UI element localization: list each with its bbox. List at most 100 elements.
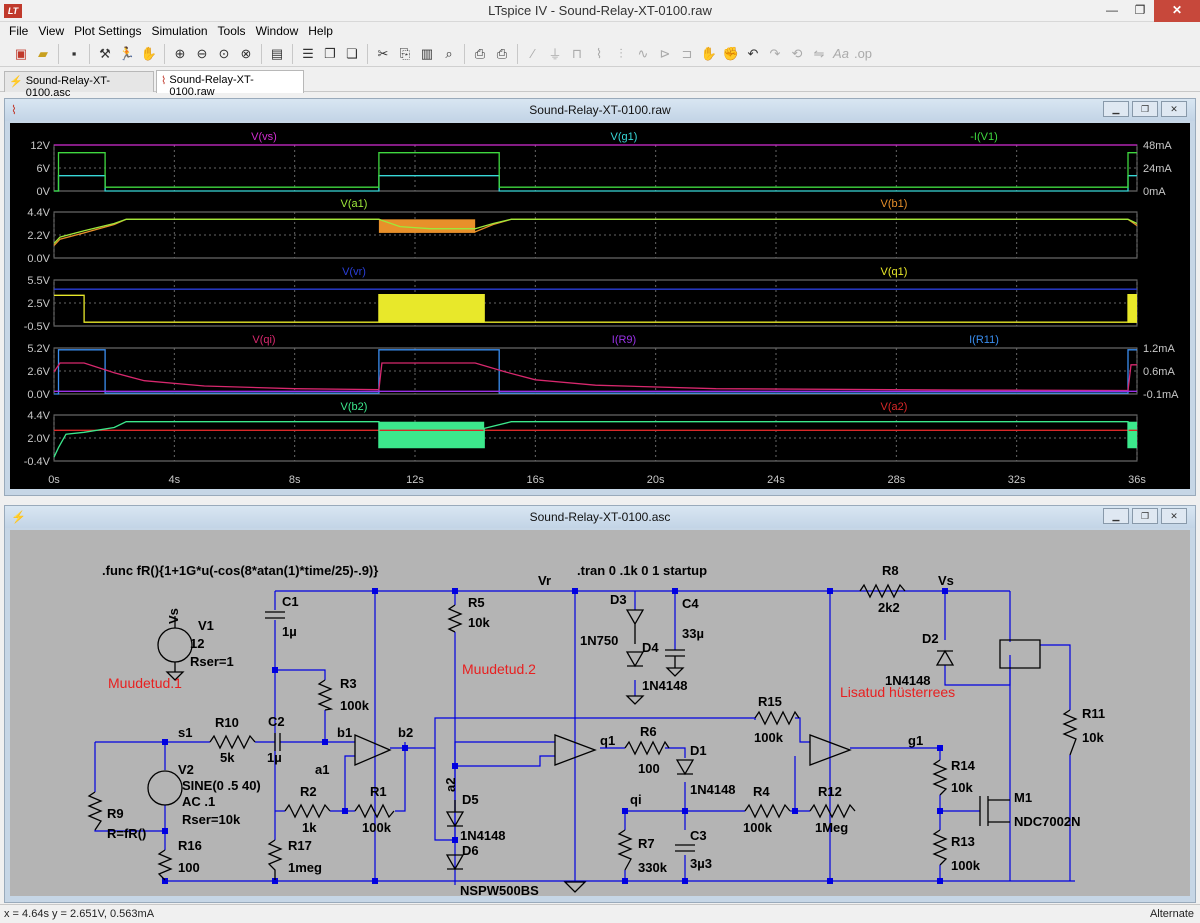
y-tick-label: 12V (30, 140, 50, 152)
schematic-restore-button[interactable]: ❐ (1132, 508, 1158, 524)
drag-icon[interactable]: ✊ (720, 43, 742, 65)
copy-icon[interactable]: ⎘ (394, 43, 416, 65)
zoom-fit-icon[interactable]: ⊙ (213, 43, 235, 65)
component-icon[interactable]: ⊐ (676, 43, 698, 65)
trace-label: V(b2) (341, 401, 368, 413)
tile-horizontal-icon[interactable]: ☰ (297, 43, 319, 65)
waveform-restore-button[interactable]: ❐ (1132, 101, 1158, 117)
menu-window[interactable]: Window (251, 22, 304, 40)
func-directive: .func fR(){1+1G*u(-cos(8*atan(1)*time/25… (102, 563, 378, 578)
svg-text:10k: 10k (951, 780, 973, 795)
capacitor-icon[interactable]: ⫶ (610, 43, 632, 65)
trace-label: V(b1) (881, 198, 908, 210)
net-a2: a2 (443, 778, 458, 792)
tile-vertical-icon[interactable]: ❐ (319, 43, 341, 65)
wire-icon[interactable]: ∕ (522, 43, 544, 65)
schematic-window-title: Sound-Relay-XT-0100.asc (529, 510, 671, 524)
note-lisatud-husterrees: Lisatud hüsterrees (840, 684, 955, 700)
y-tick-label: 0V (37, 186, 51, 198)
x-tick-label: 12s (406, 474, 424, 486)
y2-tick-label: 24mA (1143, 163, 1172, 175)
cascade-icon[interactable]: ❏ (341, 43, 363, 65)
redo-icon[interactable]: ↷ (764, 43, 786, 65)
open-icon[interactable]: ▰ (32, 43, 54, 65)
menu-plot-settings[interactable]: Plot Settings (69, 22, 146, 40)
menu-view[interactable]: View (33, 22, 69, 40)
close-button[interactable]: ✕ (1154, 0, 1200, 22)
trace-label: I(R9) (612, 334, 636, 346)
schematic-drawing[interactable]: .func fR(){1+1G*u(-cos(8*atan(1)*time/25… (10, 530, 1190, 898)
y-tick-label: -0.4V (24, 456, 51, 468)
svg-text:1µ: 1µ (267, 750, 282, 765)
undo-icon[interactable]: ↶ (742, 43, 764, 65)
tab-schematic[interactable]: ⚡ Sound-Relay-XT-0100.asc (4, 71, 154, 99)
menu-tools[interactable]: Tools (213, 22, 251, 40)
svg-text:Rser=1: Rser=1 (190, 654, 234, 669)
svg-text:R10: R10 (215, 715, 239, 730)
svg-text:33µ: 33µ (682, 626, 704, 641)
ground-icon[interactable]: ⏚ (544, 43, 566, 65)
text-icon[interactable]: Aa (830, 43, 852, 65)
tab-waveform[interactable]: ⌇ Sound-Relay-XT-0100.raw (156, 70, 304, 98)
x-tick-label: 28s (887, 474, 905, 486)
label-icon[interactable]: ⊓ (566, 43, 588, 65)
svg-text:C3: C3 (690, 828, 707, 843)
schematic-minimize-button[interactable]: ▁ (1103, 508, 1129, 524)
zoom-cancel-icon[interactable]: ⊗ (235, 43, 257, 65)
svg-text:5k: 5k (220, 750, 235, 765)
svg-text:R12: R12 (818, 784, 842, 799)
cut-icon[interactable]: ✂ (372, 43, 394, 65)
svg-text:R16: R16 (178, 838, 202, 853)
diode-icon[interactable]: ⊳ (654, 43, 676, 65)
y-tick-label: 0.0V (27, 253, 50, 265)
menu-file[interactable]: File (4, 22, 33, 40)
spice-directive-icon[interactable]: .op (852, 43, 874, 65)
paste-icon[interactable]: ▥ (416, 43, 438, 65)
svg-text:C1: C1 (282, 594, 299, 609)
svg-text:C4: C4 (682, 596, 699, 611)
app-titlebar: LT LTspice IV - Sound-Relay-XT-0100.raw … (0, 0, 1200, 22)
waveform-icon: ⌇ (161, 75, 167, 87)
x-tick-label: 4s (169, 474, 181, 486)
svg-text:SINE(0 .5 40): SINE(0 .5 40) (182, 778, 261, 793)
new-schematic-icon[interactable]: ▣ (10, 43, 32, 65)
y-tick-label: 4.4V (27, 207, 50, 219)
waveform-plot-area[interactable]: 12V 6V 0V 48mA 24mA 0mA V(vs) V(g1) -I(V1) 4.4V 2.… (10, 123, 1190, 489)
zoom-out-icon[interactable]: ⊖ (191, 43, 213, 65)
maximize-button[interactable]: ❐ (1126, 0, 1154, 22)
svg-text:D6: D6 (462, 843, 479, 858)
trace-label: V(q1) (881, 266, 908, 278)
svg-text:R=fR(): R=fR() (107, 826, 146, 841)
waveform-close-button[interactable]: ✕ (1161, 101, 1187, 117)
print-icon[interactable]: ⎙ (491, 43, 513, 65)
menu-bar: File View Plot Settings Simulation Tools… (0, 22, 1200, 40)
save-icon[interactable]: ▪ (63, 43, 85, 65)
waveform-chart[interactable]: 12V 6V 0V 48mA 24mA 0mA V(vs) V(g1) -I(V1) 4.4V 2.… (10, 123, 1190, 489)
y-tick-label: 5.2V (27, 343, 50, 355)
svg-text:NSPW500BS: NSPW500BS (460, 883, 539, 896)
menu-simulation[interactable]: Simulation (147, 22, 213, 40)
schematic-close-button[interactable]: ✕ (1161, 508, 1187, 524)
net-q1: q1 (600, 733, 615, 748)
net-b1: b1 (337, 725, 352, 740)
net-vr: Vr (538, 573, 551, 588)
waveform-window-caption: ⌇ Sound-Relay-XT-0100.raw ▁ ❐ ✕ (5, 99, 1195, 121)
control-panel-icon[interactable]: ⚒ (94, 43, 116, 65)
run-icon[interactable]: 🏃 (116, 43, 138, 65)
mirror-icon[interactable]: ⇋ (808, 43, 830, 65)
resistor-icon[interactable]: ⌇ (588, 43, 610, 65)
halt-icon[interactable]: ✋ (138, 43, 160, 65)
waveform-minimize-button[interactable]: ▁ (1103, 101, 1129, 117)
inductor-icon[interactable]: ∿ (632, 43, 654, 65)
app-title: LTspice IV - Sound-Relay-XT-0100.raw (488, 3, 712, 18)
schematic-canvas[interactable]: .func fR(){1+1G*u(-cos(8*atan(1)*time/25… (10, 530, 1190, 898)
autorange-icon[interactable]: ▤ (266, 43, 288, 65)
svg-text:330k: 330k (638, 860, 668, 875)
zoom-in-icon[interactable]: ⊕ (169, 43, 191, 65)
rotate-icon[interactable]: ⟲ (786, 43, 808, 65)
print-setup-icon[interactable]: ⎙ (469, 43, 491, 65)
move-icon[interactable]: ✋ (698, 43, 720, 65)
minimize-button[interactable]: — (1098, 0, 1126, 22)
find-icon[interactable]: ⌕ (438, 43, 460, 65)
menu-help[interactable]: Help (303, 22, 338, 40)
